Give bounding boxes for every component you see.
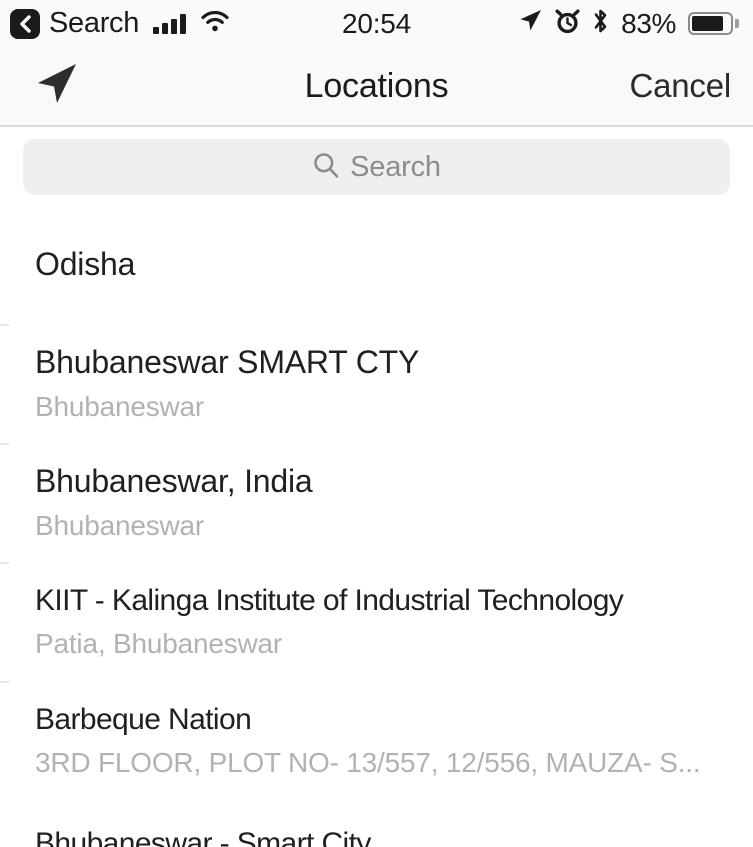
list-item-subtitle: Bhubaneswar [35, 390, 205, 422]
list-item[interactable]: KIIT - Kalinga Institute of Industrial T… [0, 562, 753, 681]
status-bar-left: Search [10, 7, 229, 39]
battery-percent-label: 83% [621, 7, 676, 39]
location-arrow-icon [32, 60, 80, 113]
list-item[interactable]: Barbeque Nation 3RD FLOOR, PLOT NO- 13/5… [0, 681, 753, 800]
cellular-signal-icon [153, 13, 187, 34]
navigation-bar: Locations Cancel [0, 47, 753, 127]
list-item-title: Bhubaneswar, India [35, 463, 313, 500]
search-placeholder: Search [350, 150, 441, 183]
bluetooth-icon [592, 8, 609, 39]
list-item-subtitle: Patia, Bhubaneswar [35, 627, 283, 659]
back-chevron-icon [18, 14, 32, 34]
battery-icon [688, 12, 739, 35]
back-to-search-label: Search [49, 7, 140, 39]
list-item-subtitle: 3RD FLOOR, PLOT NO- 13/557, 12/556, MAUZ… [35, 746, 701, 778]
alarm-clock-icon [555, 8, 580, 39]
location-arrow-icon [517, 8, 543, 39]
list-item[interactable]: Bhubaneswar - Smart City [0, 800, 753, 847]
phone-screen: Search 20:54 83% Locations Cancel Search… [0, 0, 753, 847]
list-item-subtitle: Bhubaneswar [35, 509, 205, 541]
list-item[interactable]: Bhubaneswar SMART CTY Bhubaneswar [0, 324, 753, 443]
list-item[interactable]: Bhubaneswar, India Bhubaneswar [0, 443, 753, 562]
search-icon [312, 151, 340, 184]
list-item-title: Bhubaneswar SMART CTY [35, 344, 420, 381]
list-item[interactable]: Odisha [0, 205, 753, 324]
wifi-icon [201, 10, 229, 37]
back-to-search-button[interactable] [10, 8, 40, 39]
list-item-title: Odisha [35, 245, 136, 282]
current-location-button[interactable] [0, 60, 150, 113]
locations-list[interactable]: Odisha Bhubaneswar SMART CTY Bhubaneswar… [0, 205, 753, 847]
list-item-title: KIIT - Kalinga Institute of Industrial T… [35, 584, 624, 618]
list-item-title: Barbeque Nation [35, 703, 252, 737]
cancel-button[interactable]: Cancel [603, 67, 753, 105]
search-bar-container: Search [0, 129, 753, 205]
status-bar-right: 83% [517, 8, 739, 39]
status-bar: Search 20:54 83% [0, 0, 753, 47]
page-title: Locations [304, 66, 449, 105]
search-input[interactable]: Search [23, 139, 730, 195]
list-item-title: Bhubaneswar - Smart City [35, 827, 371, 847]
